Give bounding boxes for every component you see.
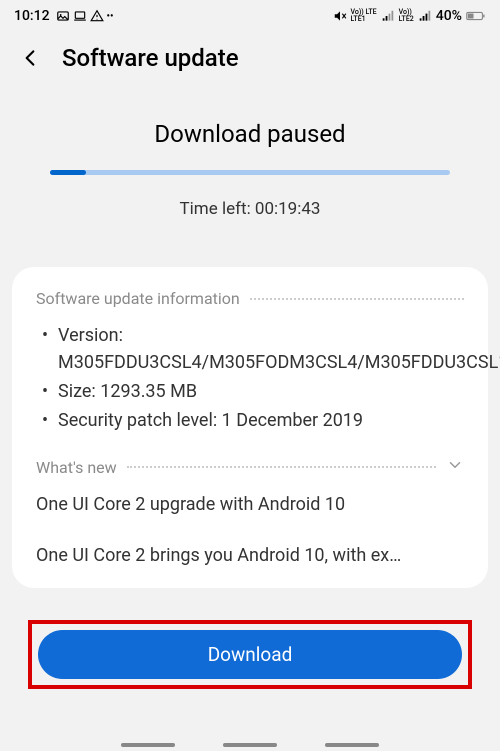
- info-card: Software update information Version: M30…: [12, 267, 488, 588]
- info-item: Size: 1293.35 MB: [42, 378, 464, 405]
- highlight-box: Download: [28, 620, 472, 689]
- progress-fill: [50, 170, 86, 175]
- info-list: Version: M305FDDU3CSL4/M305FODM3CSL4/M30…: [36, 322, 464, 434]
- signal1-icon: [381, 9, 395, 23]
- page-title: Software update: [62, 44, 239, 72]
- battery-percent: 40%: [436, 8, 462, 24]
- divider-dots: [127, 466, 436, 468]
- divider-dots: [250, 298, 464, 300]
- progress-bar: [50, 170, 450, 175]
- status-bar: 10:12 •• Vo)) LTE LTE1 Vo)) LTE2 40%: [0, 0, 500, 32]
- signal2-icon: [418, 9, 432, 23]
- info-item: Security patch level: 1 December 2019: [42, 407, 464, 434]
- more-icon: ••: [107, 11, 114, 22]
- info-section-title: Software update information: [36, 289, 240, 308]
- whats-new-headline: One UI Core 2 upgrade with Android 10: [36, 492, 464, 517]
- battery-icon: [466, 9, 486, 23]
- sim1b-label: LTE1: [351, 16, 377, 23]
- download-button[interactable]: Download: [38, 630, 462, 679]
- warning-icon: [90, 9, 104, 23]
- nav-home[interactable]: [223, 743, 277, 747]
- download-status: Download paused: [35, 120, 465, 148]
- mute-icon: [333, 9, 347, 23]
- back-button[interactable]: [18, 46, 42, 70]
- time-left: Time left: 00:19:43: [35, 199, 465, 219]
- image-icon: [56, 9, 70, 23]
- whats-new-title: What's new: [36, 458, 117, 477]
- nav-bar: [0, 743, 500, 747]
- nav-back[interactable]: [325, 743, 379, 747]
- chevron-down-icon: [446, 456, 464, 478]
- nav-recents[interactable]: [121, 743, 175, 747]
- laptop-icon: [73, 9, 87, 23]
- sim2b-label: LTE2: [399, 16, 414, 23]
- whats-new-header[interactable]: What's new: [36, 456, 464, 478]
- header: Software update: [0, 32, 500, 90]
- info-item: Version: M305FDDU3CSL4/M305FODM3CSL4/M30…: [42, 322, 464, 376]
- whats-new-body: One UI Core 2 brings you Android 10, wit…: [36, 543, 464, 568]
- status-time: 10:12: [14, 8, 50, 24]
